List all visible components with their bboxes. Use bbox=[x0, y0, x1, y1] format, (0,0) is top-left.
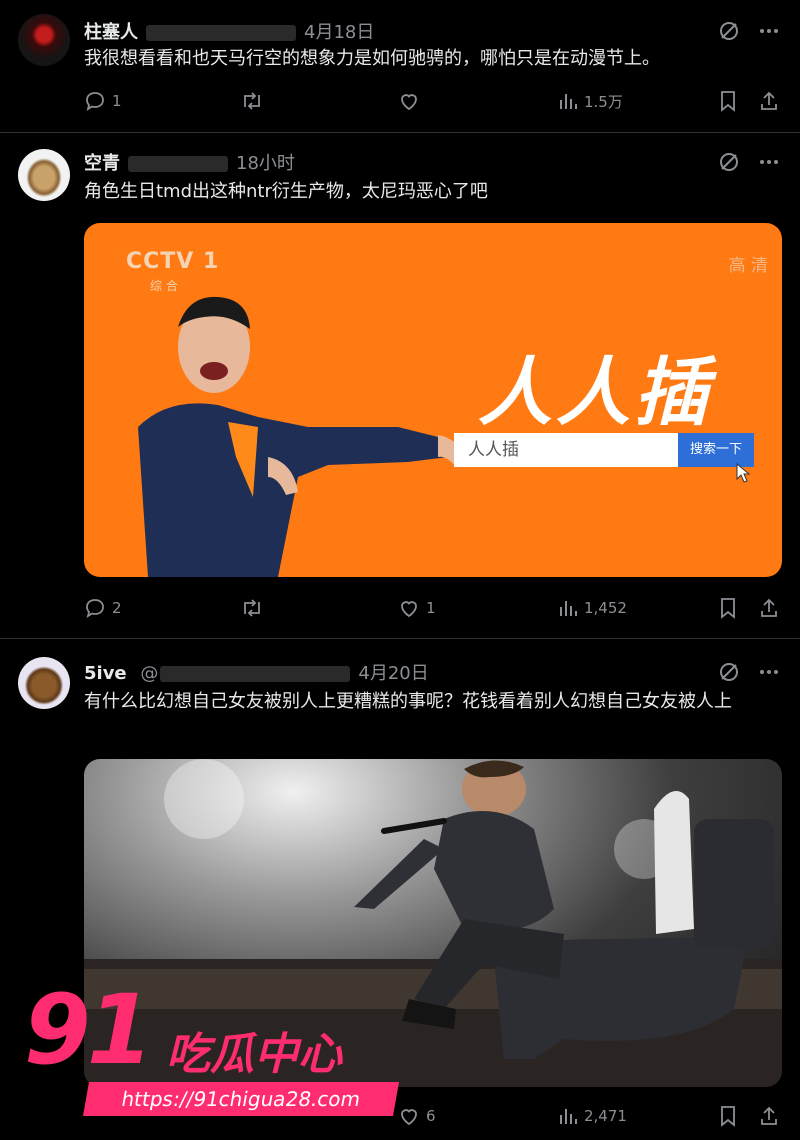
retweet-icon bbox=[240, 90, 264, 112]
share-button[interactable] bbox=[758, 1105, 780, 1127]
post-date[interactable]: 4月18日 bbox=[304, 22, 374, 43]
avatar[interactable] bbox=[18, 149, 70, 201]
views-icon bbox=[558, 91, 578, 111]
author-name[interactable]: 空青 bbox=[84, 153, 120, 174]
post-text: 角色生日tmd出这种ntr衍生产物，太尼玛恶心了吧 bbox=[84, 181, 488, 202]
views-icon bbox=[558, 598, 578, 618]
post-date[interactable]: 4月20日 bbox=[358, 663, 428, 684]
retweet-button[interactable] bbox=[240, 597, 398, 619]
like-button[interactable]: 1 bbox=[398, 597, 558, 619]
watermark-title: 吃瓜中心 bbox=[166, 1029, 342, 1080]
post-actions: 2 1 1,452 bbox=[84, 597, 782, 619]
share-button[interactable] bbox=[758, 90, 780, 112]
bookmark-button[interactable] bbox=[718, 597, 758, 619]
watermark-number: 91 bbox=[24, 974, 154, 1086]
redacted-handle bbox=[146, 25, 296, 41]
views-count: 2,471 bbox=[584, 1107, 627, 1125]
author-name[interactable]: 柱塞人 bbox=[84, 22, 138, 43]
share-icon bbox=[758, 597, 780, 619]
like-count: 6 bbox=[426, 1107, 436, 1125]
retweet-button[interactable] bbox=[240, 90, 398, 112]
views-button[interactable]: 1.5万 bbox=[558, 91, 718, 112]
post-1[interactable]: 柱塞人 4月18日 我很想看看和也天马行空的想象力是如何驰骋的，哪怕只是在动漫节上… bbox=[0, 0, 800, 133]
cctv-logo: CCTV 1 bbox=[126, 249, 220, 274]
search-button: 搜索一下 bbox=[678, 433, 754, 467]
headline-text: 人人插 bbox=[478, 350, 712, 436]
retweet-icon bbox=[240, 597, 264, 619]
reply-button[interactable]: 2 bbox=[84, 597, 240, 619]
post-header: 空青 18小时 bbox=[84, 149, 295, 175]
like-button[interactable]: 6 bbox=[398, 1105, 558, 1127]
views-count: 1,452 bbox=[584, 599, 627, 617]
views-count: 1.5万 bbox=[584, 92, 623, 111]
reply-count: 1 bbox=[112, 92, 122, 110]
reply-count: 2 bbox=[112, 599, 122, 617]
watermark-url: https://91chigua28.com bbox=[83, 1082, 399, 1116]
like-icon bbox=[398, 90, 420, 112]
bookmark-button[interactable] bbox=[718, 90, 758, 112]
avatar[interactable] bbox=[18, 14, 70, 66]
bookmark-icon bbox=[718, 1105, 738, 1127]
post-text: 我很想看看和也天马行空的想象力是如何驰骋的，哪怕只是在动漫节上。 bbox=[84, 48, 660, 69]
post-actions: 1 1.5万 bbox=[84, 90, 782, 112]
presenter-figure bbox=[138, 296, 468, 577]
reply-icon bbox=[84, 597, 106, 619]
handle-prefix: @ bbox=[140, 663, 159, 684]
post-header: 柱塞人 4月18日 bbox=[84, 18, 374, 44]
post-header: 5ive @4月20日 bbox=[84, 659, 429, 685]
more-icon[interactable] bbox=[758, 661, 780, 683]
bookmark-icon bbox=[718, 597, 738, 619]
grok-icon[interactable] bbox=[718, 661, 740, 683]
like-button[interactable] bbox=[398, 90, 558, 112]
avatar[interactable] bbox=[18, 657, 70, 709]
bookmark-button[interactable] bbox=[718, 1105, 758, 1127]
hd-label: 高 清 bbox=[728, 256, 768, 276]
grok-icon[interactable] bbox=[718, 20, 740, 42]
like-icon bbox=[398, 1105, 420, 1127]
post-text: 有什么比幻想自己女友被别人上更糟糕的事呢？花钱看着别人幻想自己女友被人上 bbox=[84, 691, 732, 712]
share-button[interactable] bbox=[758, 597, 780, 619]
more-icon[interactable] bbox=[758, 151, 780, 173]
post-image[interactable]: CCTV 1 综 合 高 清 人人插 人人插 搜索一下 bbox=[84, 223, 782, 577]
reply-icon bbox=[84, 90, 106, 112]
like-count: 1 bbox=[426, 599, 436, 617]
search-input: 人人插 bbox=[454, 433, 678, 467]
post-2[interactable]: 空青 18小时 角色生日tmd出这种ntr衍生产物，太尼玛恶心了吧 CCTV 1 … bbox=[0, 133, 800, 639]
like-icon bbox=[398, 597, 420, 619]
views-icon bbox=[558, 1106, 578, 1126]
post-date[interactable]: 18小时 bbox=[236, 153, 295, 174]
grok-icon[interactable] bbox=[718, 151, 740, 173]
cursor-icon bbox=[736, 463, 751, 483]
redacted-handle bbox=[160, 666, 351, 682]
more-icon[interactable] bbox=[758, 20, 780, 42]
share-icon bbox=[758, 90, 780, 112]
redacted-handle bbox=[128, 156, 228, 172]
share-icon bbox=[758, 1105, 780, 1127]
bookmark-icon bbox=[718, 90, 738, 112]
reply-button[interactable]: 1 bbox=[84, 90, 240, 112]
author-name[interactable]: 5ive bbox=[84, 663, 127, 684]
views-button[interactable]: 1,452 bbox=[558, 598, 718, 618]
views-button[interactable]: 2,471 bbox=[558, 1106, 718, 1126]
